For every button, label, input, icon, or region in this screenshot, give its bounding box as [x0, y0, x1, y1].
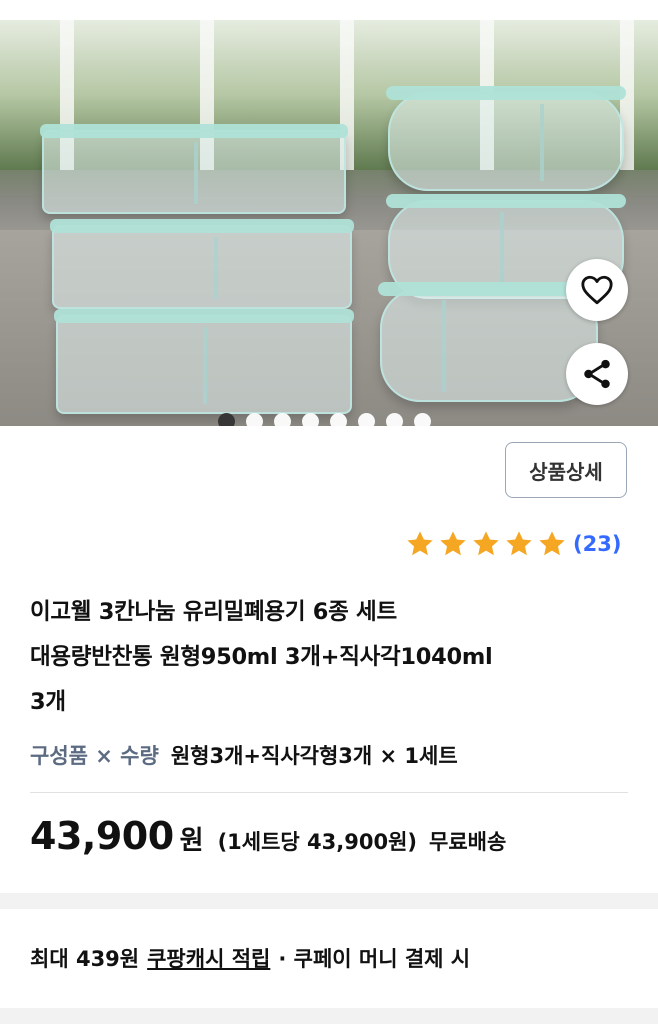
- cash-prefix: 최대 439원: [30, 947, 140, 971]
- container-divider: [203, 327, 207, 404]
- coupang-cash-link[interactable]: 쿠팡캐시 적립: [147, 943, 270, 973]
- price-amount: 43,900: [30, 814, 174, 858]
- favorite-button[interactable]: [566, 259, 628, 321]
- container-divider: [194, 142, 198, 204]
- product-title-line: 대용량반찬통 원형950ml 3개+직사각1040ml: [30, 644, 493, 670]
- section-separator: [0, 1008, 658, 1024]
- option-label: 구성품 × 수량: [30, 744, 159, 768]
- price-row: 43,900 원 (1세트당 43,900원) 무료배송: [30, 814, 506, 858]
- container-divider: [540, 104, 544, 181]
- image-pagination: [218, 413, 431, 426]
- pagination-dot[interactable]: [302, 413, 319, 426]
- container-lid: [386, 194, 626, 208]
- container-divider: [214, 237, 218, 299]
- pagination-dot[interactable]: [246, 413, 263, 426]
- review-count[interactable]: (23): [573, 532, 621, 556]
- option-row[interactable]: 구성품 × 수량 원형3개+직사각형3개 × 1세트: [30, 740, 458, 770]
- star-icon: [473, 531, 499, 556]
- heart-outline-icon: [581, 275, 613, 305]
- product-title-line: 이고웰 3칸나눔 유리밀폐용기 6종 세트: [30, 599, 397, 625]
- star-icon: [407, 531, 433, 556]
- product-title: 이고웰 3칸나눔 유리밀폐용기 6종 세트 대용량반찬통 원형950ml 3개+…: [30, 590, 635, 725]
- product-title-line: 3개: [30, 689, 66, 715]
- pagination-dot[interactable]: [414, 413, 431, 426]
- pagination-dot[interactable]: [218, 413, 235, 426]
- pagination-dot[interactable]: [358, 413, 375, 426]
- option-value[interactable]: 원형3개+직사각형3개 × 1세트: [171, 740, 458, 770]
- pagination-dot[interactable]: [330, 413, 347, 426]
- star-icon: [506, 531, 532, 556]
- container-lid: [40, 124, 348, 138]
- product-image[interactable]: [0, 20, 658, 426]
- container-lid: [50, 219, 354, 233]
- cash-reward-row: 최대 439원 쿠팡캐시 적립 · 쿠페이 머니 결제 시: [30, 943, 470, 973]
- container-rect-top: [40, 124, 348, 214]
- divider: [30, 792, 628, 793]
- share-icon: [584, 359, 610, 389]
- star-icon: [539, 531, 565, 556]
- container-lid: [54, 309, 354, 323]
- rating-stars: [404, 528, 568, 560]
- container-lid: [386, 86, 626, 100]
- cash-suffix: · 쿠페이 머니 결제 시: [278, 947, 471, 971]
- product-detail-button[interactable]: 상품상세: [505, 442, 627, 498]
- delivery-badge: 무료배송: [429, 830, 507, 854]
- unit-price: (1세트당 43,900원): [217, 830, 417, 854]
- container-rect-bottom: [54, 309, 354, 414]
- pagination-dot[interactable]: [386, 413, 403, 426]
- pagination-dot[interactable]: [274, 413, 291, 426]
- container-round-bottom: [378, 282, 600, 402]
- container-rect-middle: [50, 219, 354, 309]
- price-currency: 원: [179, 826, 204, 856]
- section-separator: [0, 893, 658, 909]
- star-icon: [440, 531, 466, 556]
- container-divider: [500, 212, 504, 289]
- container-round-top: [386, 86, 626, 191]
- share-button[interactable]: [566, 343, 628, 405]
- rating[interactable]: (23): [404, 528, 621, 560]
- container-divider: [442, 300, 446, 392]
